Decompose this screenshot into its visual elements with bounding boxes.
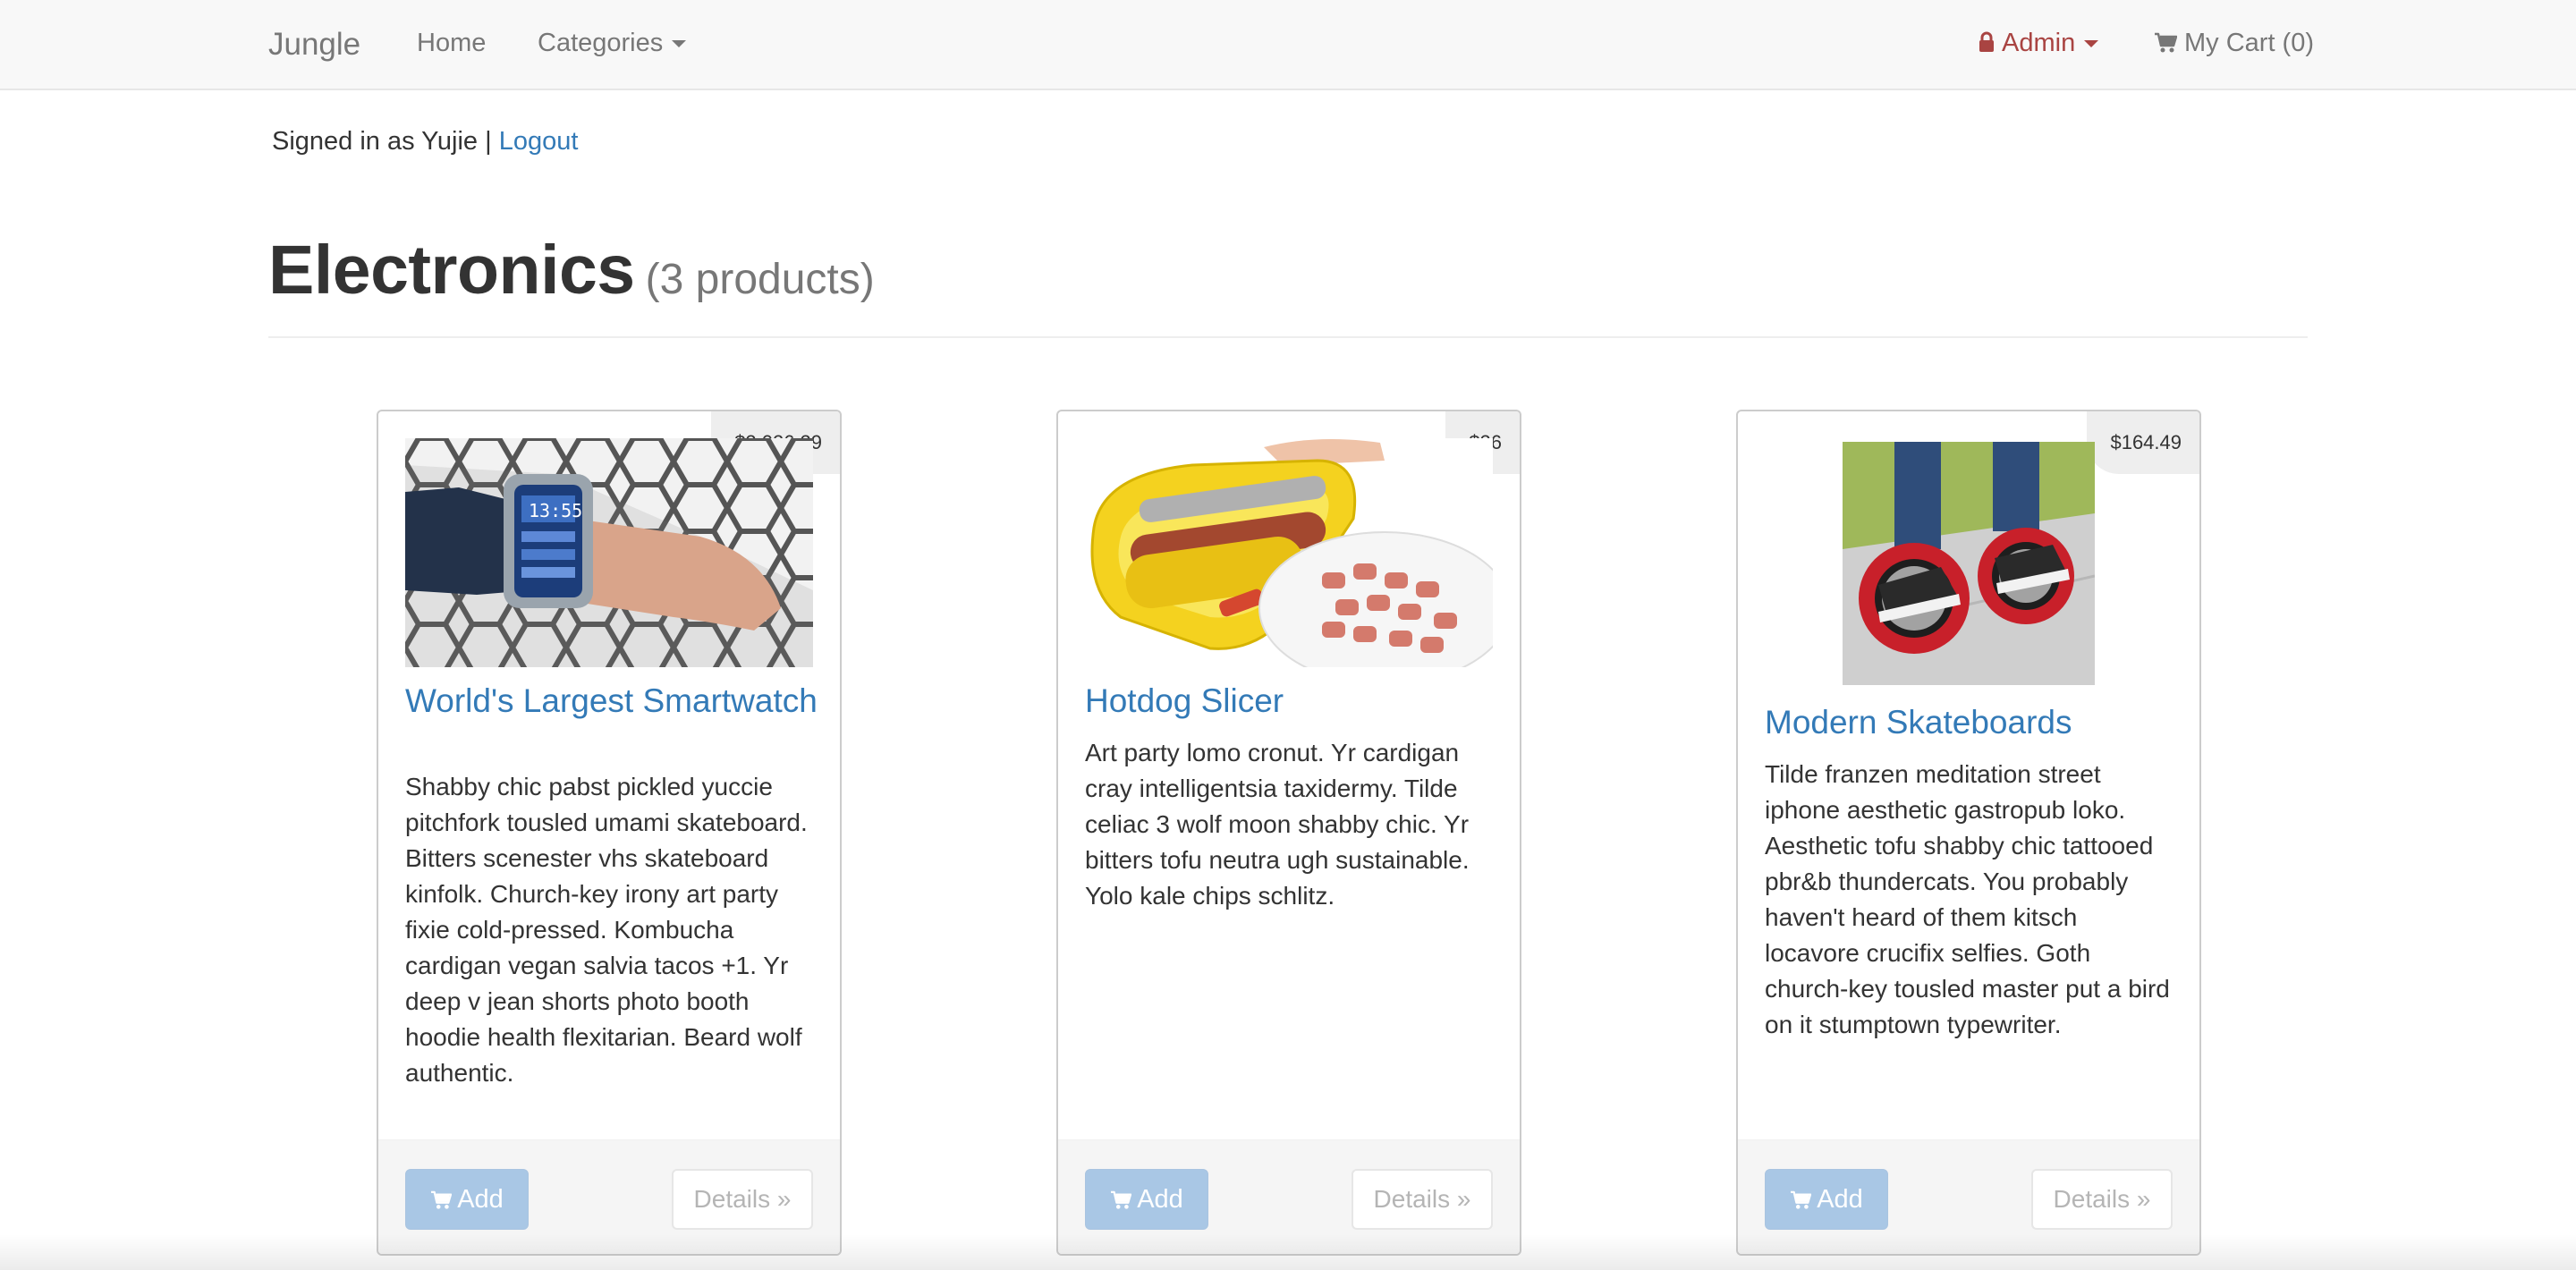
card-footer: Add Details » bbox=[1738, 1139, 2199, 1254]
shopping-cart-icon bbox=[1791, 1190, 1812, 1209]
shopping-cart-icon bbox=[431, 1190, 453, 1209]
svg-text:13:55: 13:55 bbox=[529, 500, 582, 521]
signed-in-status: Signed in as Yujie | Logout bbox=[272, 127, 578, 157]
signed-in-text: Signed in as Yujie | bbox=[272, 127, 492, 156]
logout-link[interactable]: Logout bbox=[499, 127, 579, 156]
hotdog-slicer-image bbox=[1085, 438, 1493, 667]
details-button[interactable]: Details » bbox=[1352, 1169, 1493, 1230]
add-button-label: Add bbox=[1137, 1185, 1183, 1214]
nav-home-link[interactable]: Home bbox=[417, 29, 486, 58]
add-button-label: Add bbox=[1817, 1185, 1863, 1214]
caret-down-icon bbox=[672, 40, 687, 48]
product-image[interactable]: 13:55 bbox=[405, 438, 813, 667]
navbar: Jungle Home Categories Admin My Cart (0) bbox=[0, 0, 2576, 90]
product-description: Shabby chic pabst pickled yuccie pitchfo… bbox=[405, 773, 808, 1087]
product-count: (3 products) bbox=[645, 256, 875, 303]
card-footer: Add Details » bbox=[378, 1139, 840, 1254]
nav-home-label: Home bbox=[417, 29, 487, 57]
add-button-label: Add bbox=[457, 1185, 504, 1214]
smartwatch-image: 13:55 bbox=[405, 438, 813, 667]
details-button[interactable]: Details » bbox=[672, 1169, 813, 1230]
nav-categories-label: Categories bbox=[538, 29, 664, 57]
nav-categories-dropdown[interactable]: Categories bbox=[538, 29, 687, 58]
category-title: Electronics bbox=[268, 232, 635, 309]
shopping-cart-icon bbox=[1111, 1190, 1132, 1209]
product-name-link[interactable]: World's Largest Smartwatch bbox=[405, 683, 818, 719]
product-description: Art party lomo cronut. Yr cardigan cray … bbox=[1085, 739, 1470, 910]
page-title: Electronics (3 products) bbox=[268, 231, 875, 310]
product-name-link[interactable]: Modern Skateboards bbox=[1765, 705, 2072, 741]
nav-cart-link[interactable]: My Cart (0) bbox=[2154, 29, 2314, 58]
details-button[interactable]: Details » bbox=[2031, 1169, 2173, 1230]
skateboard-image bbox=[1843, 442, 2095, 685]
product-card: $2,026.29 13:55 World's Largest Smartwat… bbox=[377, 410, 842, 1256]
product-description: Tilde franzen meditation street iphone a… bbox=[1765, 760, 2170, 1038]
brand-link[interactable]: Jungle bbox=[268, 27, 360, 63]
caret-down-icon bbox=[2084, 40, 2099, 48]
nav-admin-label: Admin bbox=[2002, 29, 2076, 57]
add-to-cart-button[interactable]: Add bbox=[1085, 1169, 1208, 1230]
product-name-link[interactable]: Hotdog Slicer bbox=[1085, 683, 1284, 719]
add-to-cart-button[interactable]: Add bbox=[1765, 1169, 1888, 1230]
nav-admin-dropdown[interactable]: Admin bbox=[1979, 29, 2099, 58]
product-image[interactable] bbox=[1085, 438, 1493, 667]
card-footer: Add Details » bbox=[1058, 1139, 1520, 1254]
product-card: $164.49 Modern Skateboards Tilde franzen… bbox=[1736, 410, 2201, 1256]
lock-icon bbox=[1979, 31, 1994, 52]
product-card: $26 Hotdog Slicer Art party lomo cronut.… bbox=[1056, 410, 1521, 1256]
header-divider bbox=[268, 336, 2308, 338]
add-to-cart-button[interactable]: Add bbox=[405, 1169, 529, 1230]
shopping-cart-icon bbox=[2155, 32, 2177, 53]
product-image[interactable] bbox=[1843, 442, 2095, 685]
nav-cart-label: My Cart (0) bbox=[2184, 29, 2314, 57]
price-badge: $164.49 bbox=[2087, 411, 2199, 474]
